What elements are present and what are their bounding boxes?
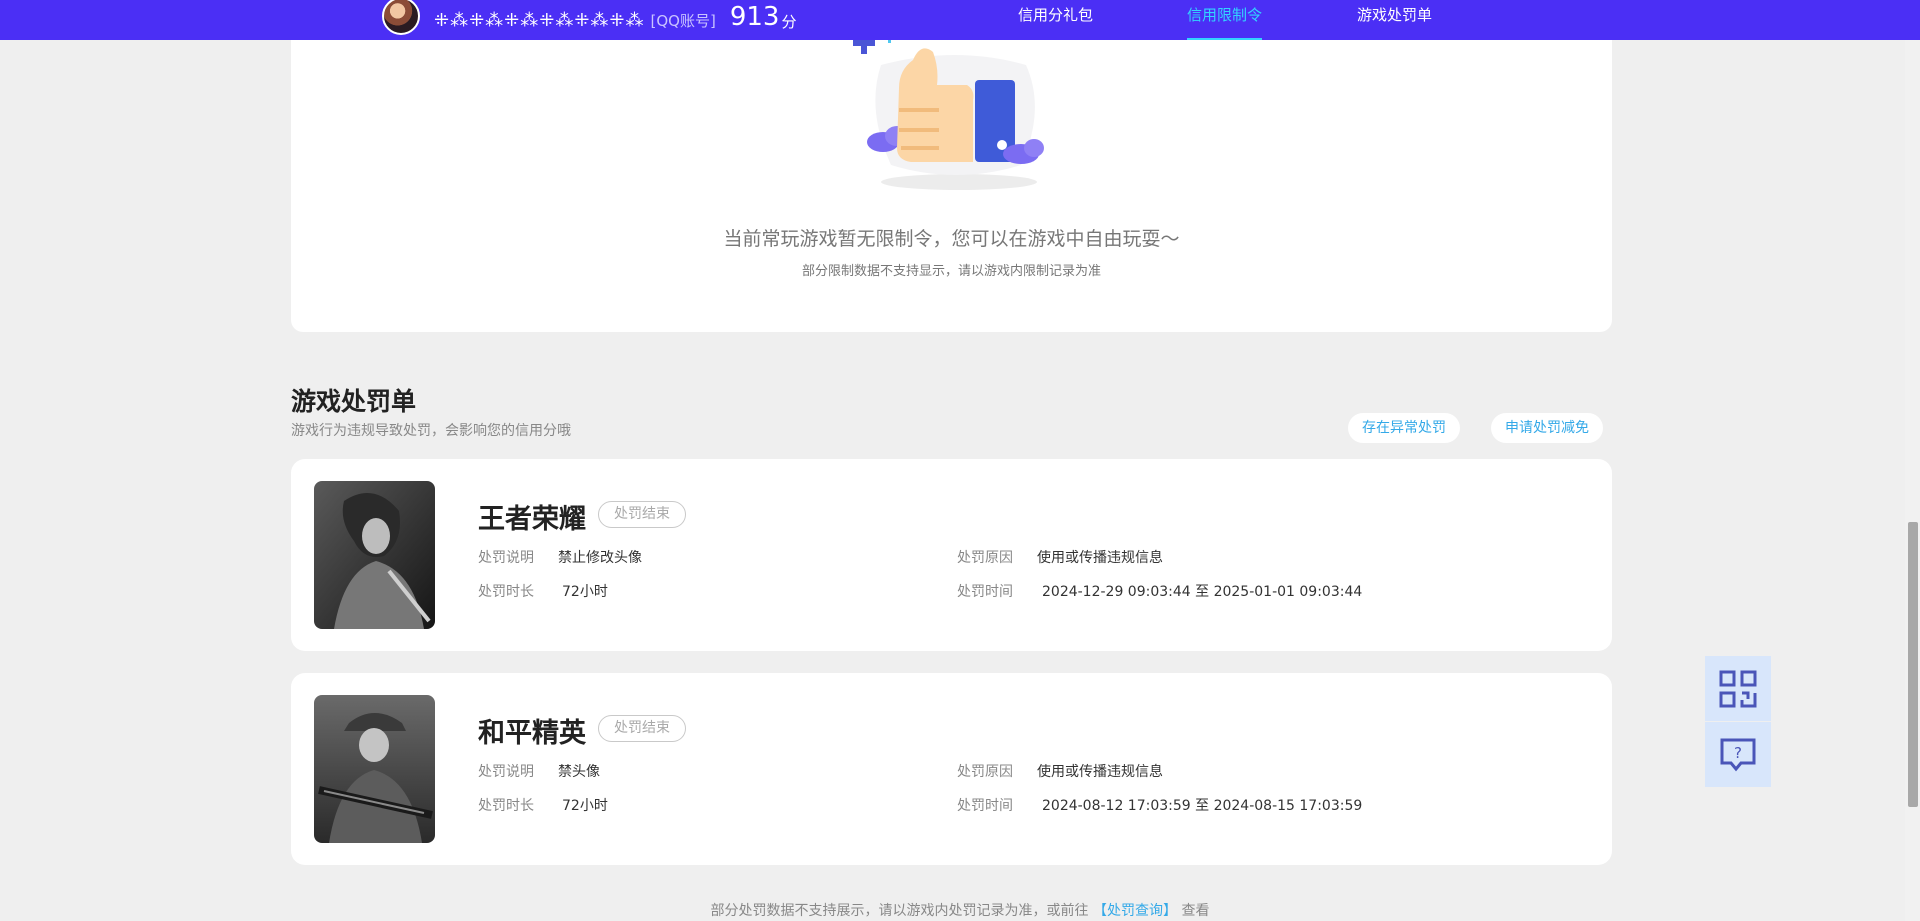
avatar[interactable]	[382, 0, 420, 35]
penalty-section-subtitle: 游戏行为违规导致处罚，会影响您的信用分哦	[291, 423, 571, 439]
game-character-image	[314, 695, 435, 843]
footer-note-text: 部分处罚数据不支持展示，请以游戏内处罚记录为准，或前往	[710, 903, 1089, 919]
abnormal-penalty-button[interactable]: 存在异常处罚	[1348, 413, 1460, 443]
penalty-query-link[interactable]: 【处罚查询】	[1093, 903, 1177, 919]
help-button[interactable]: ?	[1705, 722, 1771, 787]
status-badge: 处罚结束	[598, 501, 686, 528]
penalty-duration-label: 处罚时长	[478, 584, 534, 600]
tab-credit-restriction[interactable]: 信用限制令	[1187, 4, 1263, 40]
penalty-section-title: 游戏处罚单	[291, 387, 417, 416]
credit-score: 913	[729, 2, 780, 32]
game-name: 王者荣耀	[478, 504, 586, 535]
game-thumbnail	[314, 481, 435, 629]
penalty-description-label: 处罚说明	[478, 550, 534, 566]
penalty-description-value: 禁头像	[558, 764, 600, 780]
tab-game-penalty[interactable]: 游戏处罚单	[1357, 4, 1432, 40]
penalty-reason-value: 使用或传播违规信息	[1037, 550, 1163, 566]
apply-penalty-reduction-button[interactable]: 申请处罚减免	[1491, 413, 1603, 443]
qr-code-button[interactable]	[1705, 656, 1771, 721]
game-thumbnail	[314, 695, 435, 843]
qr-code-icon	[1719, 670, 1757, 707]
user-info: ⁜⁂⁜⁂⁜⁂⁜⁂⁜⁂⁜⁂ [QQ账号] 913 分	[382, 0, 796, 40]
game-name: 和平精英	[478, 718, 586, 749]
penalty-time-value: 2024-12-29 09:03:44 至 2025-01-01 09:03:4…	[1042, 584, 1363, 600]
footer-note-suffix: 查看	[1181, 903, 1210, 919]
account-type-label: [QQ账号]	[650, 11, 716, 30]
penalty-reason-label: 处罚原因	[957, 550, 1013, 566]
penalty-card: 和平精英 处罚结束 处罚说明 禁头像 处罚时长 72小时 处罚原因 使用或传播违…	[291, 673, 1612, 865]
penalty-time-label: 处罚时间	[957, 798, 1013, 814]
penalty-reason-value: 使用或传播违规信息	[1037, 764, 1163, 780]
top-navigation-bar: ⁜⁂⁜⁂⁜⁂⁜⁂⁜⁂⁜⁂ [QQ账号] 913 分 信用分礼包 信用限制令 游戏…	[0, 0, 1920, 40]
penalty-duration-label: 处罚时长	[478, 798, 534, 814]
restriction-empty-note: 部分限制数据不支持显示，请以游戏内限制记录为准	[801, 264, 1101, 279]
restriction-empty-title: 当前常玩游戏暂无限制令，您可以在游戏中自由玩耍～	[723, 228, 1180, 250]
restriction-card: 当前常玩游戏暂无限制令，您可以在游戏中自由玩耍～ 部分限制数据不支持显示，请以游…	[291, 0, 1612, 332]
penalty-footer-note: 部分处罚数据不支持展示，请以游戏内处罚记录为准，或前往 【处罚查询】 查看	[0, 900, 1920, 920]
tab-credit-gift[interactable]: 信用分礼包	[1018, 4, 1093, 40]
thumbs-up-illustration	[853, 32, 1044, 190]
penalty-reason-label: 处罚原因	[957, 764, 1013, 780]
help-chat-icon: ?	[1720, 738, 1756, 771]
status-badge: 处罚结束	[598, 715, 686, 742]
penalty-time-label: 处罚时间	[957, 584, 1013, 600]
penalty-time-value: 2024-08-12 17:03:59 至 2024-08-15 17:03:5…	[1042, 798, 1363, 814]
svg-text:?: ?	[1734, 744, 1742, 762]
game-character-image	[314, 481, 435, 629]
scrollbar-thumb[interactable]	[1908, 522, 1918, 807]
penalty-duration-value: 72小时	[562, 798, 608, 814]
user-nickname: ⁜⁂⁜⁂⁜⁂⁜⁂⁜⁂⁜⁂	[434, 9, 645, 31]
penalty-description-value: 禁止修改头像	[558, 550, 642, 566]
penalty-description-label: 处罚说明	[478, 764, 534, 780]
penalty-duration-value: 72小时	[562, 584, 608, 600]
penalty-card: 王者荣耀 处罚结束 处罚说明 禁止修改头像 处罚时长 72小时 处罚原因 使用或…	[291, 459, 1612, 651]
credit-score-unit: 分	[781, 12, 797, 31]
